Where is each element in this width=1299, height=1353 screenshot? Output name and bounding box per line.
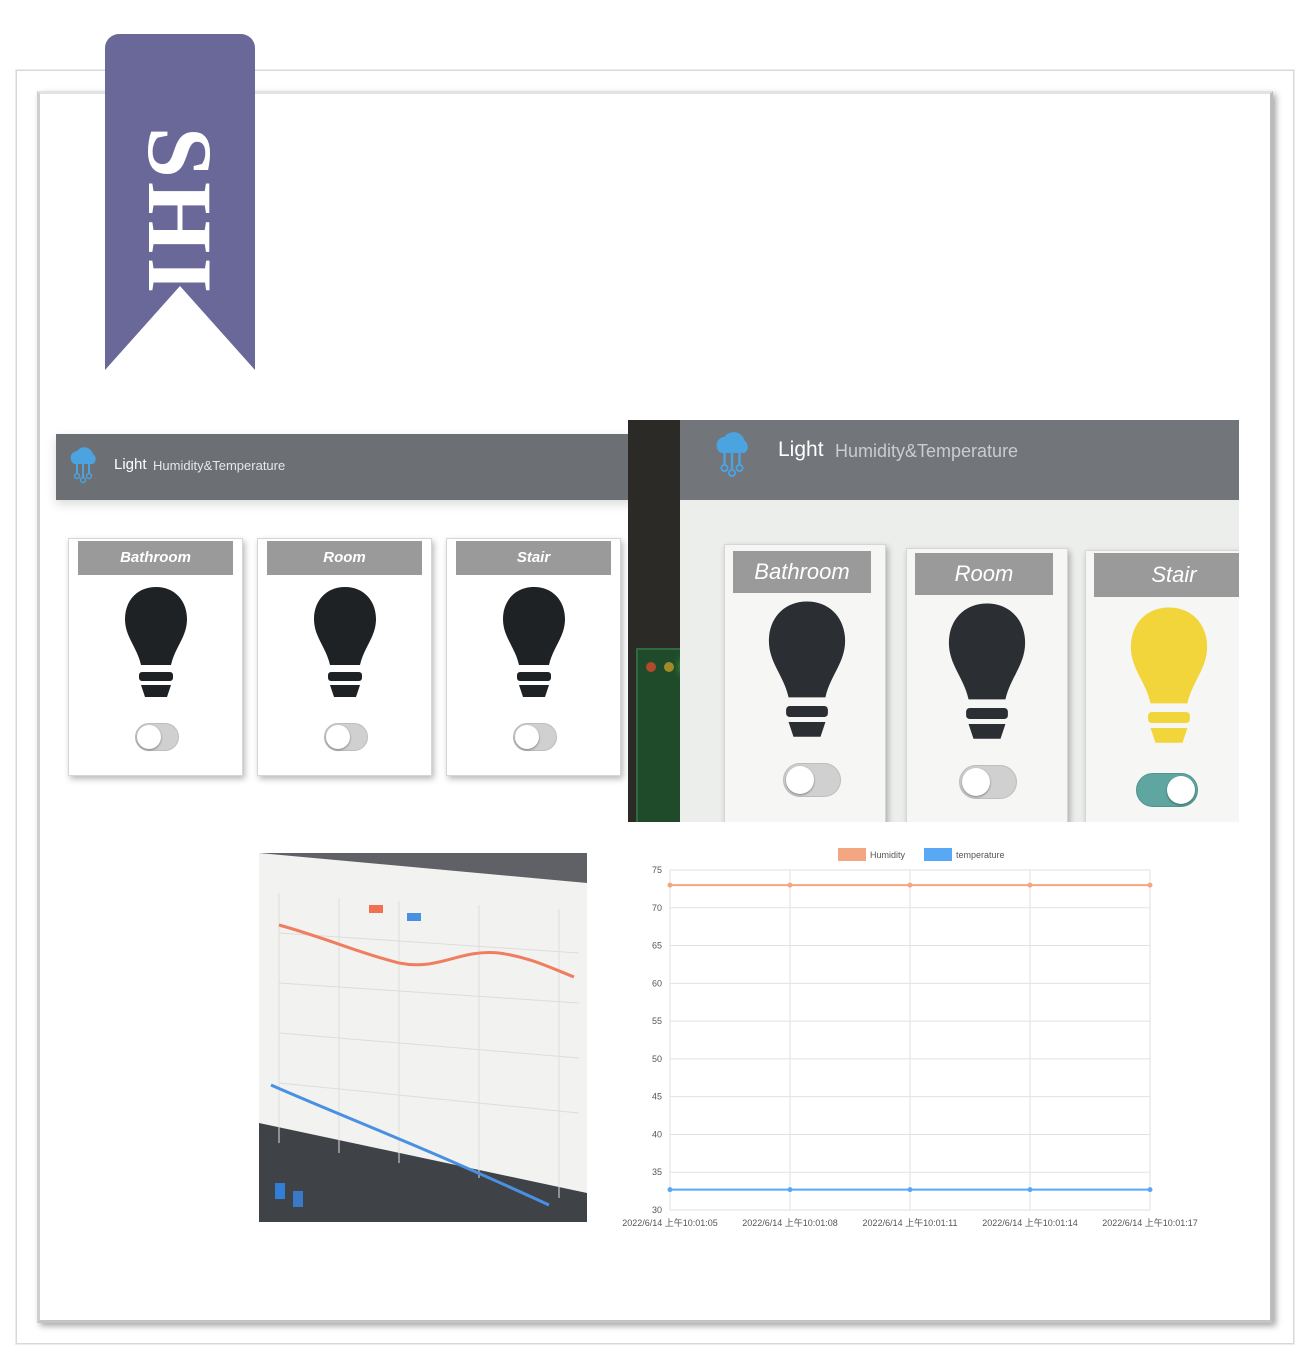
data-point	[787, 1187, 793, 1193]
y-tick-label: 65	[652, 941, 662, 951]
data-point	[907, 882, 913, 888]
light-toggle[interactable]	[959, 765, 1017, 799]
light-toggle[interactable]	[324, 723, 368, 751]
light-card-bathroom: Bathroom	[68, 538, 243, 776]
y-tick-label: 35	[652, 1167, 662, 1177]
legend-swatch	[924, 848, 952, 861]
toggle-knob	[1167, 776, 1195, 804]
toggle-knob	[137, 725, 161, 749]
legend-label: temperature	[956, 850, 1005, 860]
card-title: Room	[915, 553, 1053, 595]
photo-chart-image	[259, 853, 587, 1222]
data-point	[667, 1187, 673, 1193]
toggle-knob	[515, 725, 539, 749]
data-point	[1147, 1187, 1153, 1193]
card-title: Bathroom	[733, 551, 871, 593]
light-card-room: Room	[906, 548, 1068, 822]
card-title: Room	[267, 541, 422, 575]
data-point	[1027, 882, 1033, 888]
light-control-screenshot: Light Humidity&Temperature Bathroom Room…	[56, 434, 634, 794]
humidity-temperature-chart: 75 70 65 60 55 50 45 40 35 30 2022/6/14 上午10:01:05…	[620, 840, 1210, 1240]
data-point	[787, 882, 793, 888]
light-card-stair: Stair	[1085, 550, 1239, 822]
card-title: Stair	[456, 541, 611, 575]
cloud-icon[interactable]	[710, 428, 754, 478]
card-title: Bathroom	[78, 541, 233, 575]
y-tick-label: 45	[652, 1092, 662, 1102]
legend-label: Humidity	[870, 850, 906, 860]
lightbulb-icon	[503, 587, 565, 697]
lightbulb-icon	[768, 601, 846, 737]
light-toggle[interactable]	[783, 763, 841, 797]
light-toggle[interactable]	[513, 723, 557, 751]
y-tick-label: 60	[652, 978, 662, 988]
toggle-knob	[962, 768, 990, 796]
x-tick-label: 2022/6/14 上午10:01:08	[742, 1217, 838, 1228]
light-toggle[interactable]	[135, 723, 179, 751]
y-tick-label: 40	[652, 1129, 662, 1139]
nav-link-humidity-temperature[interactable]: Humidity&Temperature	[835, 441, 1018, 462]
light-card-bathroom: Bathroom	[724, 544, 886, 822]
x-tick-label: 2022/6/14 上午10:01:14	[982, 1217, 1078, 1228]
lightbulb-icon	[948, 603, 1026, 739]
nav-link-light[interactable]: Light	[778, 438, 824, 462]
x-tick-label: 2022/6/14 上午10:01:05	[622, 1217, 718, 1228]
lightbulb-icon	[314, 587, 376, 697]
data-point	[1027, 1187, 1033, 1193]
light-toggle[interactable]	[1136, 773, 1198, 807]
legend-swatch	[838, 848, 866, 861]
data-point	[907, 1187, 913, 1193]
y-tick-label: 55	[652, 1016, 662, 1026]
lightbulb-icon	[1130, 607, 1208, 743]
light-card-stair: Stair	[446, 538, 621, 776]
y-tick-label: 30	[652, 1205, 662, 1215]
y-tick-label: 75	[652, 865, 662, 875]
toggle-knob	[326, 725, 350, 749]
y-tick-label: 70	[652, 903, 662, 913]
toggle-knob	[786, 766, 814, 794]
photo-chart-screen	[259, 853, 587, 1222]
data-point	[667, 882, 673, 888]
y-tick-label: 50	[652, 1054, 662, 1064]
nav-link-light[interactable]: Light	[114, 456, 147, 473]
light-card-room: Room	[257, 538, 432, 776]
navbar: Light Humidity&Temperature	[56, 434, 634, 500]
photo-light-screen: Light Humidity&Temperature Bathroom Room	[628, 420, 1239, 822]
data-point	[1147, 882, 1153, 888]
lightbulb-icon	[125, 587, 187, 697]
ribbon-label: SHI	[129, 126, 231, 298]
nav-link-humidity-temperature[interactable]: Humidity&Temperature	[153, 458, 285, 473]
x-tick-label: 2022/6/14 上午10:01:17	[1102, 1217, 1198, 1228]
cloud-icon[interactable]	[66, 444, 100, 484]
card-title: Stair	[1094, 553, 1239, 597]
chart-svg: 75 70 65 60 55 50 45 40 35 30 2022/6/14 上午10:01:05…	[622, 848, 1198, 1228]
navbar: Light Humidity&Temperature	[680, 420, 1239, 500]
monitor-screen: Light Humidity&Temperature Bathroom Room	[680, 420, 1239, 822]
x-tick-label: 2022/6/14 上午10:01:11	[863, 1217, 958, 1228]
